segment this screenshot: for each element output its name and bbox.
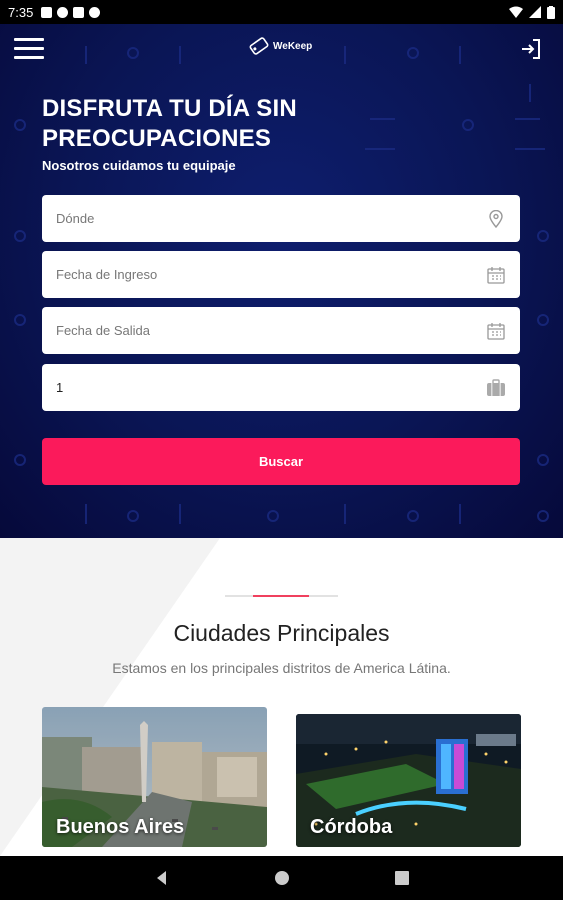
hero-subtitle: Nosotros cuidamos tu equipaje [42, 158, 236, 173]
cities-title: Ciudades Principales [173, 620, 390, 646]
hero-title: DISFRUTA TU DÍA SIN PREOCUPACIONES [42, 95, 297, 152]
menu-button[interactable] [14, 38, 44, 62]
hamburger-icon [14, 38, 44, 41]
checkout-date-input[interactable] [56, 323, 486, 338]
checkout-date-field[interactable] [42, 307, 520, 354]
city-name: Buenos Aires [56, 816, 185, 838]
calendar-icon [486, 321, 506, 341]
login-icon [522, 39, 540, 59]
cities-section: Ciudades Principales Estamos en los prin… [0, 538, 563, 856]
battery-icon [547, 5, 555, 19]
top-navigation: WeKeep [0, 24, 563, 74]
status-bar: 7:35 [0, 0, 563, 24]
cities-subtitle: Estamos en los principales distritos de … [112, 660, 451, 676]
hero-section: WeKeep DISFRUTA TU DÍA SIN PREOCUPACIONE… [0, 24, 563, 538]
city-name: Córdoba [310, 816, 393, 838]
status-time: 7:35 [8, 4, 34, 20]
location-pin-icon [486, 209, 506, 229]
login-button[interactable] [519, 37, 543, 61]
checkin-date-field[interactable] [42, 251, 520, 298]
system-navigation-bar [0, 856, 563, 900]
bags-count-input[interactable] [56, 380, 486, 395]
signal-icon [529, 6, 541, 18]
location-input[interactable] [56, 211, 486, 226]
home-icon[interactable] [272, 868, 292, 888]
notification-a-icon [41, 6, 53, 18]
back-icon[interactable] [152, 868, 172, 888]
luggage-tag-icon [249, 37, 269, 55]
calendar-icon [486, 265, 506, 285]
city-card-cordoba[interactable]: Córdoba [296, 714, 521, 847]
notification-sd-icon [73, 6, 85, 18]
recents-icon[interactable] [392, 868, 412, 888]
brand-logo: WeKeep [248, 36, 312, 56]
location-field[interactable] [42, 195, 520, 242]
notification-f2-icon [89, 6, 101, 18]
checkin-date-input[interactable] [56, 267, 486, 282]
bags-count-field[interactable] [42, 364, 520, 411]
notification-f-icon [57, 6, 69, 18]
brand-name: WeKeep [273, 40, 313, 52]
section-divider [225, 595, 338, 597]
search-button[interactable]: Buscar [42, 438, 520, 485]
city-card-buenos-aires[interactable]: Buenos Aires [42, 707, 267, 847]
wifi-icon [509, 6, 523, 18]
suitcase-icon [486, 378, 506, 398]
